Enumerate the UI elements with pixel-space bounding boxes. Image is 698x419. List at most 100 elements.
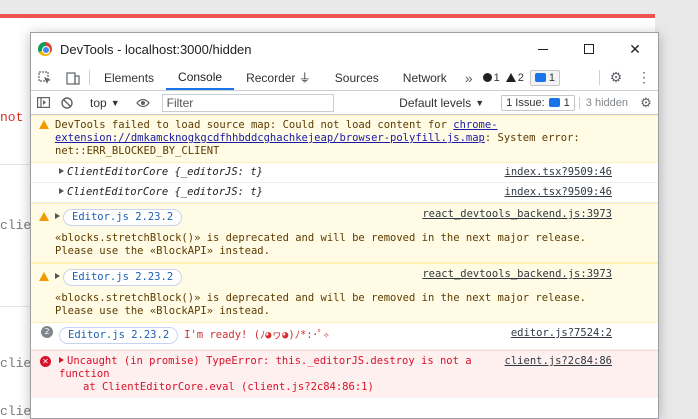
issues-label: 1 Issue: [506, 96, 545, 109]
issue-count: 1 [548, 71, 555, 84]
settings-button[interactable]: ⚙ [602, 65, 630, 90]
customize-menu-button[interactable]: ⋮ [630, 65, 658, 90]
console-messages: DevTools failed to load source map: Coul… [31, 115, 658, 398]
tab-elements[interactable]: Elements [92, 65, 166, 90]
toolbar-separator [89, 70, 90, 85]
log-levels-dropdown[interactable]: Default levels ▼ [391, 96, 492, 110]
close-icon: ✕ [629, 40, 641, 57]
context-value: top [90, 95, 107, 110]
repeat-count-badge: 2 [41, 326, 53, 338]
issues-button[interactable]: 1 Issue: 1 [501, 94, 575, 111]
console-warning-message[interactable]: DevTools failed to load source map: Coul… [31, 115, 658, 163]
expand-triangle-icon[interactable] [55, 273, 60, 279]
error-count: 1 [493, 71, 500, 84]
tab-network[interactable]: Network [391, 65, 459, 90]
message-text: Please use the «BlockAPI» instead. [55, 245, 270, 257]
console-log-message[interactable]: ClientEditorCore {_editorJS: t} index.ts… [31, 183, 658, 203]
message-text: ClientEditorCore {_editorJS: t} [67, 166, 263, 178]
inspect-element-button[interactable] [31, 65, 59, 90]
eye-icon [135, 98, 150, 107]
message-text: Uncaught (in promise) TypeError: this._e… [67, 355, 472, 367]
expand-triangle-icon[interactable] [59, 188, 64, 194]
chrome-logo-icon [38, 42, 52, 56]
kebab-menu-icon: ⋮ [637, 69, 651, 85]
console-error-message[interactable]: ✕ Uncaught (in promise) TypeError: this.… [31, 350, 658, 398]
console-filter-input[interactable] [161, 93, 334, 112]
window-title: DevTools - localhost:3000/hidden [60, 41, 252, 57]
message-text: DevTools failed to load source map: Coul… [55, 119, 454, 131]
console-warning-message[interactable]: Editor.js 2.23.2 react_devtools_backend.… [31, 203, 658, 263]
warning-icon [39, 120, 49, 129]
warning-triangle-icon [505, 73, 516, 82]
background-divider [0, 306, 30, 307]
message-text: : System error: [484, 132, 580, 144]
issues-counter-button[interactable]: 1 [529, 69, 560, 86]
message-text: Please use the «BlockAPI» instead. [55, 305, 270, 317]
panel-tab-bar: Elements Console Recorder ⏚ Sources Netw… [31, 65, 658, 91]
message-text: net::ERR_BLOCKED_BY_CLIENT [55, 145, 220, 157]
background-divider [0, 164, 30, 165]
log-levels-label: Default levels [399, 95, 472, 110]
context-selector[interactable]: top ▼ [84, 96, 126, 110]
source-link[interactable]: editor.js?7524:2 [511, 327, 612, 340]
more-tabs-button[interactable]: » [459, 65, 479, 90]
editorjs-tag: Editor.js 2.23.2 [63, 269, 183, 286]
clear-circle-slash-icon [61, 96, 73, 109]
issues-count: 1 [563, 96, 570, 109]
toolbar-separator [599, 70, 600, 85]
dropdown-triangle-icon: ▼ [110, 97, 120, 108]
tab-recorder[interactable]: Recorder ⏚ [234, 65, 323, 90]
source-link[interactable]: client.js?2c84:86 [505, 355, 612, 368]
error-warning-counter[interactable]: 1 2 1 [479, 65, 564, 90]
warning-count: 2 [517, 71, 524, 84]
editorjs-tag: Editor.js 2.23.2 [59, 327, 179, 344]
title-bar: DevTools - localhost:3000/hidden ✕ [31, 33, 658, 65]
device-toolbar-button[interactable] [59, 65, 87, 90]
window-controls: ✕ [520, 33, 658, 65]
minimize-button[interactable] [520, 33, 566, 65]
warning-icon [39, 272, 49, 281]
console-toolbar: top ▼ Default levels ▼ 1 Issue: 1 3 hidd… [31, 91, 658, 115]
editorjs-tag: Editor.js 2.23.2 [63, 209, 183, 226]
message-text: function [59, 368, 110, 380]
expand-triangle-icon[interactable] [59, 357, 64, 363]
dropdown-triangle-icon: ▼ [475, 97, 485, 108]
gear-icon: ⚙ [609, 69, 623, 85]
inspect-cursor-icon [38, 70, 51, 84]
error-x-icon: ✕ [40, 356, 51, 367]
console-log-message[interactable]: ClientEditorCore {_editorJS: t} index.ts… [31, 163, 658, 183]
maximize-button[interactable] [566, 33, 612, 65]
console-settings-button[interactable]: ⚙ [634, 91, 658, 115]
message-text: «blocks.stretchBlock()» is deprecated an… [55, 292, 587, 304]
message-icon [548, 98, 560, 107]
tab-sources[interactable]: Sources [323, 65, 391, 90]
toggle-sidebar-button[interactable] [31, 91, 55, 115]
source-link[interactable]: react_devtools_backend.js:3973 [422, 208, 612, 221]
expand-triangle-icon[interactable] [55, 213, 60, 219]
stack-trace-line: at ClientEditorCore.eval (client.js?2c84… [83, 381, 374, 393]
source-link[interactable]: index.tsx?9509:46 [505, 186, 612, 199]
message-text: «blocks.stretchBlock()» is deprecated an… [55, 232, 587, 244]
device-toggle-icon [66, 71, 80, 85]
double-chevron-icon: » [464, 69, 473, 86]
maximize-icon [584, 44, 594, 54]
clear-console-button[interactable] [55, 91, 79, 115]
close-button[interactable]: ✕ [612, 33, 658, 65]
devtools-window: DevTools - localhost:3000/hidden ✕ Eleme… [30, 32, 659, 419]
console-log-message[interactable]: 2 Editor.js 2.23.2 I'm ready! (ﾉ◕ヮ◕)ﾉ*:･ﾟ… [31, 323, 658, 350]
console-warning-message[interactable]: Editor.js 2.23.2 react_devtools_backend.… [31, 263, 658, 323]
live-expression-button[interactable] [131, 91, 155, 115]
warning-counter: 2 [505, 71, 524, 84]
expand-triangle-icon[interactable] [59, 168, 64, 174]
message-icon [534, 73, 546, 82]
source-link[interactable]: index.tsx?9509:46 [505, 166, 612, 179]
gear-icon: ⚙ [640, 94, 652, 110]
tabbar-right-icons: ⚙ ⋮ [597, 65, 658, 90]
sidebar-toggle-icon [36, 97, 50, 108]
tab-console[interactable]: Console [166, 65, 235, 90]
source-link[interactable]: react_devtools_backend.js:3973 [422, 268, 612, 281]
warning-icon [39, 212, 49, 221]
hidden-messages-count: 3 hidden [578, 96, 634, 109]
minimize-icon [538, 48, 548, 50]
error-counter: 1 [482, 71, 500, 84]
